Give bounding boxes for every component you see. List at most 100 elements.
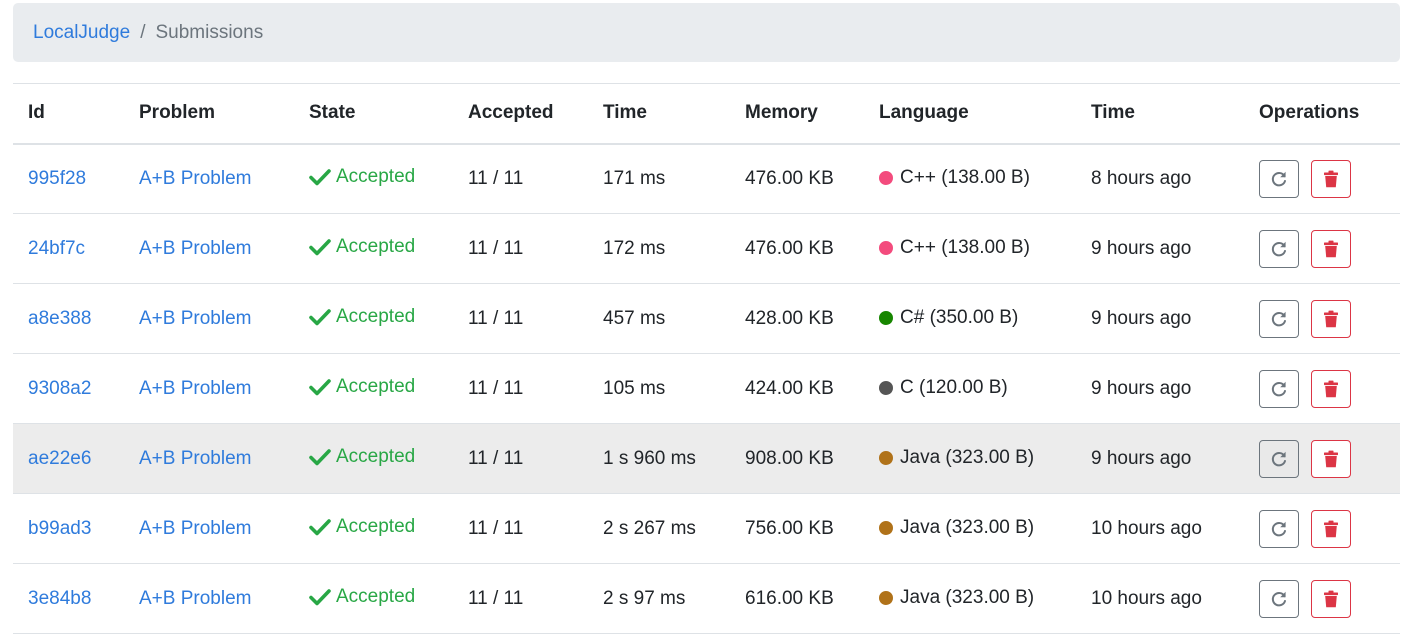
check-icon <box>309 308 331 325</box>
header-state: State <box>294 83 453 145</box>
delete-button[interactable] <box>1311 369 1351 408</box>
submission-id-link[interactable]: a8e388 <box>28 308 91 329</box>
cell-problem: A+B Problem <box>124 563 294 634</box>
rejudge-button[interactable] <box>1259 509 1299 548</box>
rejudge-button[interactable] <box>1259 579 1299 618</box>
cell-state: Accepted <box>294 563 453 634</box>
delete-button[interactable] <box>1311 229 1351 268</box>
rejudge-button[interactable] <box>1259 369 1299 408</box>
language: Java (323.00 B) <box>879 587 1034 609</box>
trash-icon <box>1324 310 1338 327</box>
cell-id: b99ad3 <box>13 493 124 564</box>
check-icon <box>309 378 331 395</box>
cell-operations <box>1244 493 1400 564</box>
cell-problem: A+B Problem <box>124 283 294 354</box>
cell-accepted: 11 / 11 <box>453 143 588 214</box>
cell-id: a8e388 <box>13 283 124 354</box>
submission-id-link[interactable]: b99ad3 <box>28 518 91 539</box>
delete-button[interactable] <box>1311 159 1351 198</box>
language-label: C# (350.00 B) <box>900 306 1019 328</box>
cell-operations <box>1244 143 1400 214</box>
delete-button[interactable] <box>1311 579 1351 618</box>
delete-button[interactable] <box>1311 439 1351 478</box>
cell-time: 457 ms <box>588 283 730 354</box>
cell-id: 24bf7c <box>13 213 124 284</box>
cell-memory: 428.00 KB <box>730 283 864 354</box>
language-label: Java (323.00 B) <box>900 586 1035 608</box>
language: C++ (138.00 B) <box>879 167 1030 189</box>
cell-id: ae22e6 <box>13 423 124 494</box>
state-label: Accepted <box>336 235 416 257</box>
breadcrumb-separator: / <box>140 21 146 43</box>
check-icon <box>309 588 331 605</box>
check-icon <box>309 168 331 186</box>
trash-icon <box>1324 170 1338 187</box>
cell-language: C (120.00 B) <box>864 353 1076 424</box>
language-color-dot <box>879 520 893 535</box>
cell-accepted: 11 / 11 <box>453 353 588 424</box>
rejudge-button[interactable] <box>1259 159 1299 198</box>
delete-button[interactable] <box>1311 299 1351 338</box>
check-icon <box>309 518 331 535</box>
status-badge: Accepted <box>309 306 415 328</box>
language-color-dot <box>879 450 893 465</box>
redo-icon <box>1271 171 1286 187</box>
cell-accepted: 11 / 11 <box>453 493 588 564</box>
problem-link[interactable]: A+B Problem <box>139 588 251 609</box>
table-body: 995f28 A+B Problem Accepted 11 / 11 171 … <box>13 143 1400 634</box>
language: C++ (138.00 B) <box>879 237 1030 259</box>
submission-id-link[interactable]: 3e84b8 <box>28 588 91 609</box>
language: C (120.00 B) <box>879 377 1008 399</box>
cell-state: Accepted <box>294 283 453 354</box>
header-language: Language <box>864 83 1076 145</box>
row-operations <box>1259 229 1400 268</box>
submissions-table: Id Problem State Accepted Time Memory La… <box>13 83 1400 634</box>
breadcrumb-home-link[interactable]: LocalJudge <box>33 22 130 44</box>
row-operations <box>1259 579 1400 618</box>
rejudge-button[interactable] <box>1259 439 1299 478</box>
language-label: Java (323.00 B) <box>900 446 1035 468</box>
delete-button[interactable] <box>1311 509 1351 548</box>
language-color-dot <box>879 240 893 255</box>
cell-language: C++ (138.00 B) <box>864 143 1076 214</box>
cell-time: 2 s 267 ms <box>588 493 730 564</box>
cell-id: 9308a2 <box>13 353 124 424</box>
cell-time: 1 s 960 ms <box>588 423 730 494</box>
submission-id-link[interactable]: 9308a2 <box>28 378 91 399</box>
cell-accepted: 11 / 11 <box>453 213 588 284</box>
trash-icon <box>1324 380 1338 397</box>
header-problem: Problem <box>124 83 294 145</box>
row-operations <box>1259 159 1400 198</box>
cell-id: 3e84b8 <box>13 563 124 634</box>
cell-operations <box>1244 563 1400 634</box>
cell-memory: 616.00 KB <box>730 563 864 634</box>
breadcrumb: LocalJudge / Submissions <box>13 3 1400 62</box>
submission-id-link[interactable]: 995f28 <box>28 168 86 189</box>
problem-link[interactable]: A+B Problem <box>139 518 251 539</box>
cell-submitted-time: 8 hours ago <box>1076 143 1244 214</box>
language-label: Java (323.00 B) <box>900 516 1035 538</box>
row-operations <box>1259 299 1400 338</box>
problem-link[interactable]: A+B Problem <box>139 168 251 189</box>
language-label: C (120.00 B) <box>900 376 1008 398</box>
problem-link[interactable]: A+B Problem <box>139 448 251 469</box>
row-operations <box>1259 509 1400 548</box>
header-id: Id <box>13 83 124 145</box>
rejudge-button[interactable] <box>1259 229 1299 268</box>
redo-icon <box>1271 381 1286 396</box>
problem-link[interactable]: A+B Problem <box>139 238 251 259</box>
cell-time: 171 ms <box>588 143 730 214</box>
cell-problem: A+B Problem <box>124 213 294 284</box>
status-badge: Accepted <box>309 586 415 608</box>
language-color-dot <box>879 310 893 325</box>
problem-link[interactable]: A+B Problem <box>139 308 251 329</box>
problem-link[interactable]: A+B Problem <box>139 378 251 399</box>
table-row: ae22e6 A+B Problem Accepted 11 / 11 1 s … <box>13 423 1400 494</box>
rejudge-button[interactable] <box>1259 299 1299 338</box>
submission-id-link[interactable]: ae22e6 <box>28 448 91 469</box>
language-color-dot <box>879 590 893 605</box>
redo-icon <box>1271 311 1286 326</box>
redo-icon <box>1271 451 1286 466</box>
submission-id-link[interactable]: 24bf7c <box>28 238 85 259</box>
header-operations: Operations <box>1244 83 1400 145</box>
